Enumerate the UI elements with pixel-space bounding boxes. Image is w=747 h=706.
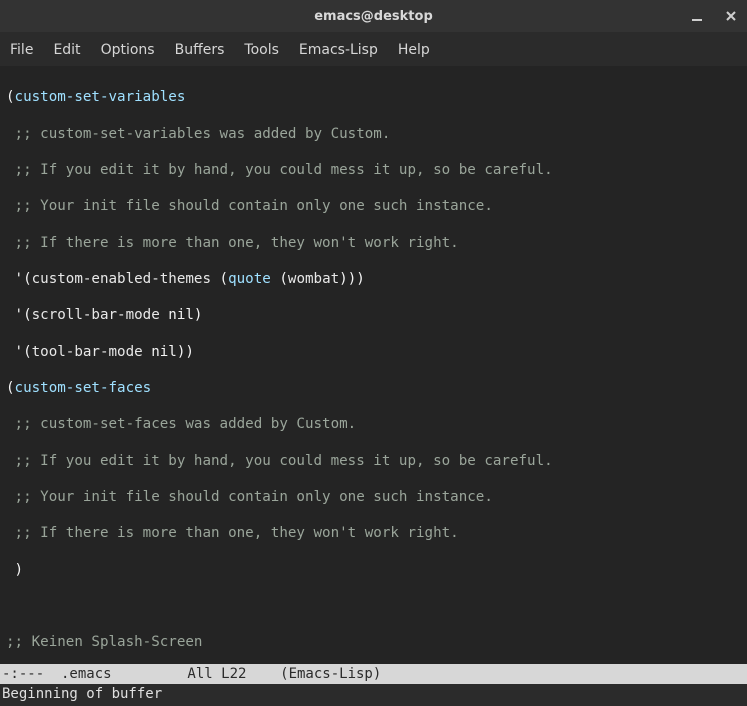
code-line: ;; custom-set-faces was added by Custom. — [6, 415, 741, 433]
menu-tools[interactable]: Tools — [244, 42, 279, 58]
code-line: ;; custom-set-variables was added by Cus… — [6, 125, 741, 143]
mode-line[interactable]: -:--- .emacs All L22 (Emacs-Lisp) — [0, 664, 747, 684]
code-line: '(tool-bar-mode nil)) — [6, 343, 741, 361]
code-line: ;; If there is more than one, they won't… — [6, 234, 741, 252]
menu-bar: File Edit Options Buffers Tools Emacs-Li… — [0, 32, 747, 66]
code-line: (custom-set-variables — [6, 88, 741, 106]
code-line: ;; Keinen Splash-Screen — [6, 633, 741, 651]
minibuffer[interactable]: Beginning of buffer — [0, 684, 747, 706]
menu-help[interactable]: Help — [398, 42, 430, 58]
code-line: ;; If you edit it by hand, you could mes… — [6, 161, 741, 179]
code-line: ;; If there is more than one, they won't… — [6, 524, 741, 542]
menu-options[interactable]: Options — [101, 42, 155, 58]
window-titlebar: emacs@desktop — [0, 0, 747, 32]
code-line: '(scroll-bar-mode nil) — [6, 306, 741, 324]
code-line: ;; If you edit it by hand, you could mes… — [6, 452, 741, 470]
code-line: ;; Your init file should contain only on… — [6, 488, 741, 506]
menu-emacs-lisp[interactable]: Emacs-Lisp — [299, 42, 378, 58]
window-controls — [689, 8, 739, 24]
code-line: ) — [6, 561, 741, 579]
menu-edit[interactable]: Edit — [53, 42, 80, 58]
minimize-button[interactable] — [689, 8, 705, 24]
menu-buffers[interactable]: Buffers — [175, 42, 225, 58]
menu-file[interactable]: File — [10, 42, 33, 58]
window-title: emacs@desktop — [314, 9, 433, 24]
code-line: '(custom-enabled-themes (quote (wombat))… — [6, 270, 741, 288]
close-button[interactable] — [723, 8, 739, 24]
code-line: (custom-set-faces — [6, 379, 741, 397]
code-line: ;; Your init file should contain only on… — [6, 197, 741, 215]
editor-buffer[interactable]: (custom-set-variables ;; custom-set-vari… — [0, 66, 747, 664]
code-line — [6, 597, 741, 615]
